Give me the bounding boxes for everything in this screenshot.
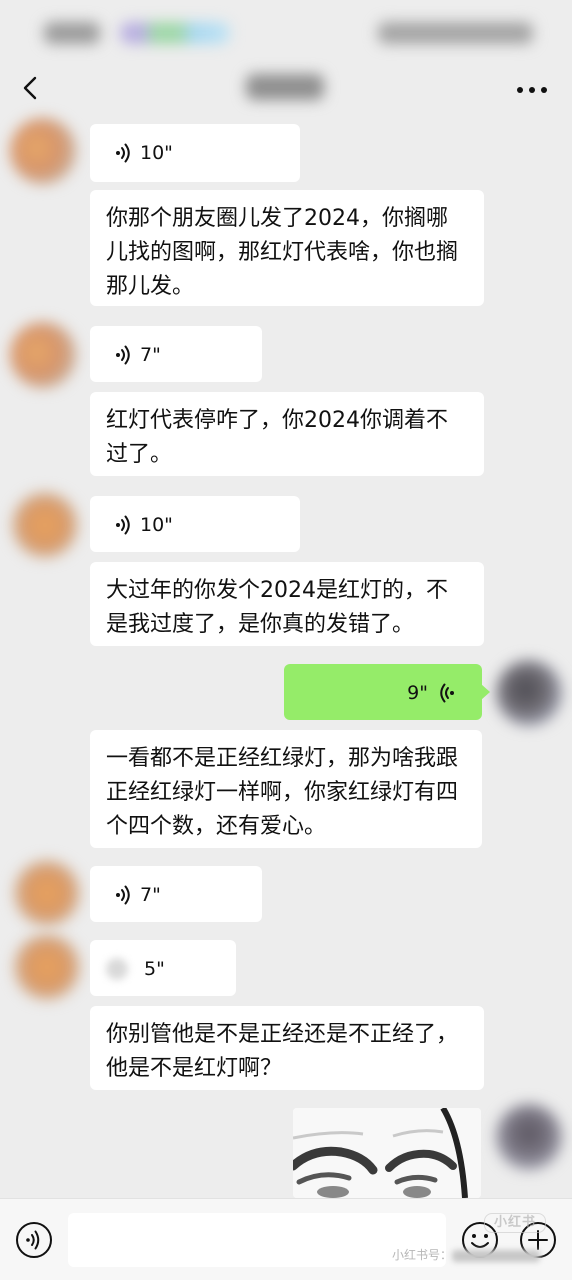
- contact-avatar[interactable]: [14, 860, 80, 926]
- text-message[interactable]: 红灯代表停咋了，你2024你调着不过了。: [90, 392, 484, 476]
- voice-wave-icon: [116, 515, 130, 535]
- message-text: 一看都不是正经红绿灯，那为啥我跟正经红绿灯一样啊，你家红绿灯有四个四个数，还有爱…: [106, 746, 459, 839]
- text-message[interactable]: 大过年的你发个2024是红灯的，不是我过度了，是你真的发错了。: [90, 562, 484, 646]
- text-message[interactable]: 一看都不是正经红绿灯，那为啥我跟正经红绿灯一样啊，你家红绿灯有四个四个数，还有爱…: [90, 730, 482, 848]
- chat-header: [0, 64, 572, 112]
- bubble-tail: [481, 684, 490, 700]
- voice-duration: 5": [144, 958, 165, 980]
- sticker-image[interactable]: [293, 1108, 481, 1198]
- contact-avatar[interactable]: [12, 492, 78, 558]
- contact-avatar[interactable]: [14, 934, 80, 1000]
- watermark-text: 小红书号：: [392, 1246, 541, 1263]
- my-avatar[interactable]: [496, 660, 562, 726]
- voice-duration: 9": [407, 682, 428, 704]
- watermark-logo: 小红书: [484, 1213, 546, 1233]
- chat-title-blurred: [246, 74, 324, 100]
- message-text: 红灯代表停咋了，你2024你调着不过了。: [106, 408, 448, 467]
- voice-message[interactable]: 5": [90, 940, 236, 996]
- voice-wave-icon: [116, 143, 130, 163]
- status-icons-blurred: [120, 22, 230, 44]
- chevron-left-icon[interactable]: [14, 70, 50, 106]
- voice-duration: 7": [140, 344, 161, 366]
- message-text: 你那个朋友圈儿发了2024，你搁哪儿找的图啊，那红灯代表啥，你也搁那儿发。: [106, 206, 459, 299]
- voice-input-icon[interactable]: [14, 1220, 54, 1260]
- more-dots-icon[interactable]: [508, 70, 556, 106]
- voice-wave-icon: [440, 683, 454, 703]
- voice-message[interactable]: 7": [90, 326, 262, 382]
- voice-wave-icon: [116, 345, 130, 365]
- text-message[interactable]: 你别管他是不是正经还是不正经了，他是不是红灯啊？: [90, 1006, 484, 1090]
- status-bar: [0, 0, 572, 64]
- input-bar: 小红书 小红书号：: [0, 1198, 572, 1280]
- message-input[interactable]: [68, 1213, 446, 1267]
- voice-wave-icon: [116, 885, 130, 905]
- contact-avatar[interactable]: [10, 118, 76, 184]
- status-right-blurred: [378, 22, 533, 44]
- voice-duration: 10": [140, 514, 173, 536]
- outgoing-voice-message[interactable]: 9": [284, 664, 490, 720]
- voice-duration: 10": [140, 142, 173, 164]
- voice-duration: 7": [140, 884, 161, 906]
- message-text: 大过年的你发个2024是红灯的，不是我过度了，是你真的发错了。: [106, 578, 448, 637]
- contact-avatar[interactable]: [10, 322, 76, 388]
- voice-wave-icon: [106, 958, 128, 980]
- message-text: 你别管他是不是正经还是不正经了，他是不是红灯啊？: [106, 1022, 459, 1081]
- voice-message[interactable]: 7": [90, 866, 262, 922]
- voice-message[interactable]: 10": [90, 124, 300, 182]
- status-time-blurred: [44, 22, 100, 44]
- voice-message[interactable]: 10": [90, 496, 300, 552]
- my-avatar[interactable]: [496, 1104, 562, 1170]
- text-message[interactable]: 你那个朋友圈儿发了2024，你搁哪儿找的图啊，那红灯代表啥，你也搁那儿发。: [90, 190, 484, 306]
